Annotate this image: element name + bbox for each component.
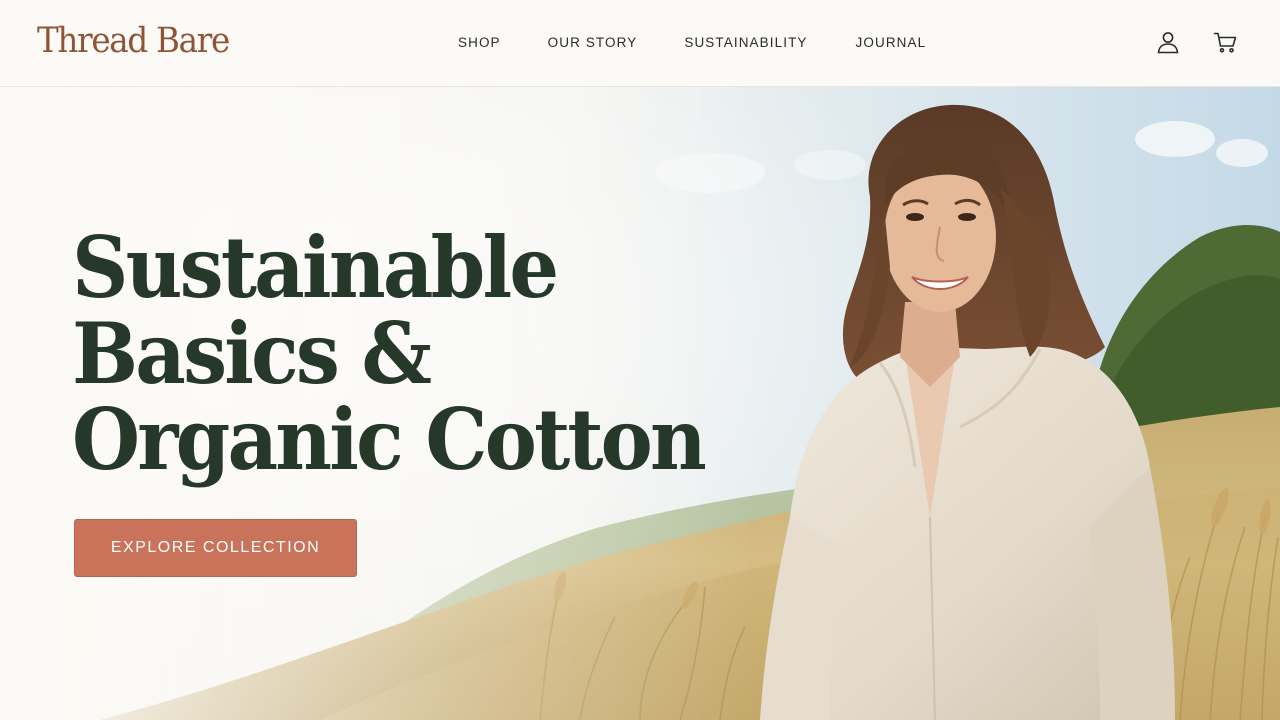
- headline-line-2: Basics &: [72, 304, 432, 403]
- brand-logo[interactable]: Thread Bare: [37, 19, 230, 63]
- cart-icon[interactable]: [1212, 29, 1238, 55]
- explore-collection-button[interactable]: EXPLORE COLLECTION: [74, 519, 357, 577]
- main-nav: SHOP OUR STORY SUSTAINABILITY JOURNAL: [458, 35, 926, 51]
- hero-headline: Sustainable Basics & Organic Cotton: [72, 218, 707, 489]
- nav-item-journal[interactable]: JOURNAL: [856, 35, 927, 51]
- headline-line-1: Sustainable: [72, 218, 559, 317]
- user-icon[interactable]: [1155, 29, 1181, 55]
- headline-line-3: Organic Cotton: [72, 390, 707, 489]
- hero-section: Sustainable Basics & Organic Cotton EXPL…: [0, 87, 1280, 720]
- nav-item-sustainability[interactable]: SUSTAINABILITY: [684, 35, 807, 51]
- nav-item-our-story[interactable]: OUR STORY: [548, 35, 638, 51]
- site-header: Thread Bare SHOP OUR STORY SUSTAINABILIT…: [0, 0, 1280, 87]
- nav-item-shop[interactable]: SHOP: [458, 35, 501, 51]
